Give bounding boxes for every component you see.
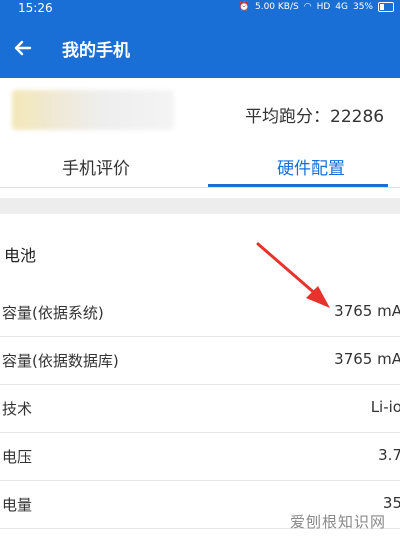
hd-label: HD (316, 2, 331, 12)
page-title: 我的手机 (62, 41, 130, 61)
info-row: 容量(依据数据库) 3765 mA (0, 336, 400, 385)
alarm-icon: ⏰ (238, 2, 250, 12)
app-bar: 我的手机 (0, 18, 400, 78)
status-bar: 15:26 ⏰ 5.00 KB/S ◠ HD 4G 35% (0, 0, 400, 18)
device-summary: 平均跑分：22286 (0, 78, 400, 144)
tab-bar: 手机评价 硬件配置 (0, 144, 400, 188)
row-label: 容量(依据系统) (2, 304, 104, 322)
info-row: 电压 3.7 (0, 432, 400, 481)
signal-label: 4G (335, 2, 348, 12)
watermark: 爱刨根知识网 (289, 513, 386, 531)
info-row: 容量(依据系统) 3765 mA (0, 288, 400, 337)
info-row: 技术 Li-io (0, 384, 400, 433)
wifi-icon: ◠ (303, 2, 312, 12)
status-time: 15:26 (18, 1, 53, 15)
average-score: 平均跑分：22286 (245, 107, 385, 127)
row-value: 3.7 (378, 446, 400, 464)
row-value: 35 (382, 494, 400, 512)
tab-hardware-config[interactable]: 硬件配置 (277, 154, 345, 179)
back-arrow-icon[interactable] (8, 33, 38, 63)
row-value: Li-io (370, 398, 400, 416)
row-label: 容量(依据数据库) (2, 352, 119, 370)
tab-divider (0, 187, 400, 188)
battery-percent: 35% (352, 2, 373, 12)
section-title-battery: 电池 (4, 246, 37, 265)
network-speed: 5.00 KB/S (254, 2, 299, 12)
row-label: 技术 (2, 400, 33, 418)
row-value: 3765 mA (334, 350, 400, 368)
section-gap (0, 198, 400, 214)
status-icons: ⏰ 5.00 KB/S ◠ HD 4G 35% (239, 2, 394, 12)
device-image (12, 90, 174, 130)
battery-icon (378, 2, 394, 12)
row-label: 电量 (2, 496, 33, 514)
row-label: 电压 (2, 448, 33, 466)
tab-phone-review[interactable]: 手机评价 (62, 154, 130, 179)
row-value: 3765 mA (334, 302, 400, 320)
